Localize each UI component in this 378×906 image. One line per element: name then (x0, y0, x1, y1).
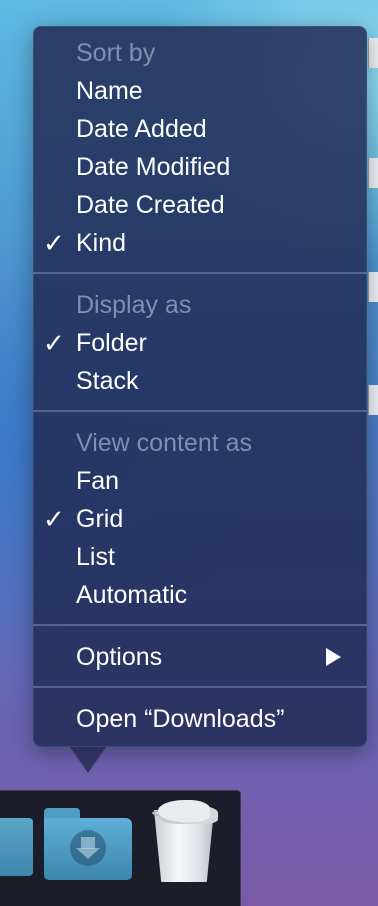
checkmark-icon: ✓ (43, 228, 65, 258)
menu-item-sort-kind[interactable]: ✓ Kind (33, 224, 367, 262)
menu-separator (33, 624, 367, 626)
menu-item-sort-date-modified[interactable]: Date Modified (33, 148, 367, 186)
menu-separator (33, 686, 367, 688)
menu-separator (33, 272, 367, 274)
submenu-arrow-icon (326, 648, 341, 666)
view-content-as-header: View content as (76, 429, 253, 457)
menu-item-open-downloads[interactable]: Open “Downloads” (33, 700, 367, 738)
downloads-stack-context-menu: Sort by Name Date Added Date Modified Da… (33, 26, 367, 747)
menu-item-sort-name[interactable]: Name (33, 72, 367, 110)
background-window-edge (368, 385, 378, 415)
checkmark-icon: ✓ (43, 328, 65, 358)
background-window-edge (368, 38, 378, 68)
background-window-edge (368, 158, 378, 188)
background-window-edge (368, 272, 378, 302)
menu-item-options[interactable]: Options (33, 638, 367, 676)
downloads-folder-icon[interactable] (44, 808, 132, 880)
menu-item-sort-date-created[interactable]: Date Created (33, 186, 367, 224)
menu-item-view-automatic[interactable]: Automatic (33, 576, 367, 614)
menu-item-sort-date-added[interactable]: Date Added (33, 110, 367, 148)
sort-by-header: Sort by (76, 39, 156, 67)
display-as-header: Display as (76, 291, 192, 319)
menu-item-display-folder[interactable]: ✓ Folder (33, 324, 367, 362)
menu-item-view-list[interactable]: List (33, 538, 367, 576)
trash-icon[interactable] (150, 796, 218, 884)
menu-item-view-grid[interactable]: ✓ Grid (33, 500, 367, 538)
menu-pointer-arrow (70, 747, 106, 773)
download-arrow-icon (70, 830, 106, 866)
menu-item-view-fan[interactable]: Fan (33, 462, 367, 500)
menu-item-display-stack[interactable]: Stack (33, 362, 367, 400)
checkmark-icon: ✓ (43, 504, 65, 534)
folder-icon[interactable] (0, 818, 33, 876)
menu-separator (33, 410, 367, 412)
